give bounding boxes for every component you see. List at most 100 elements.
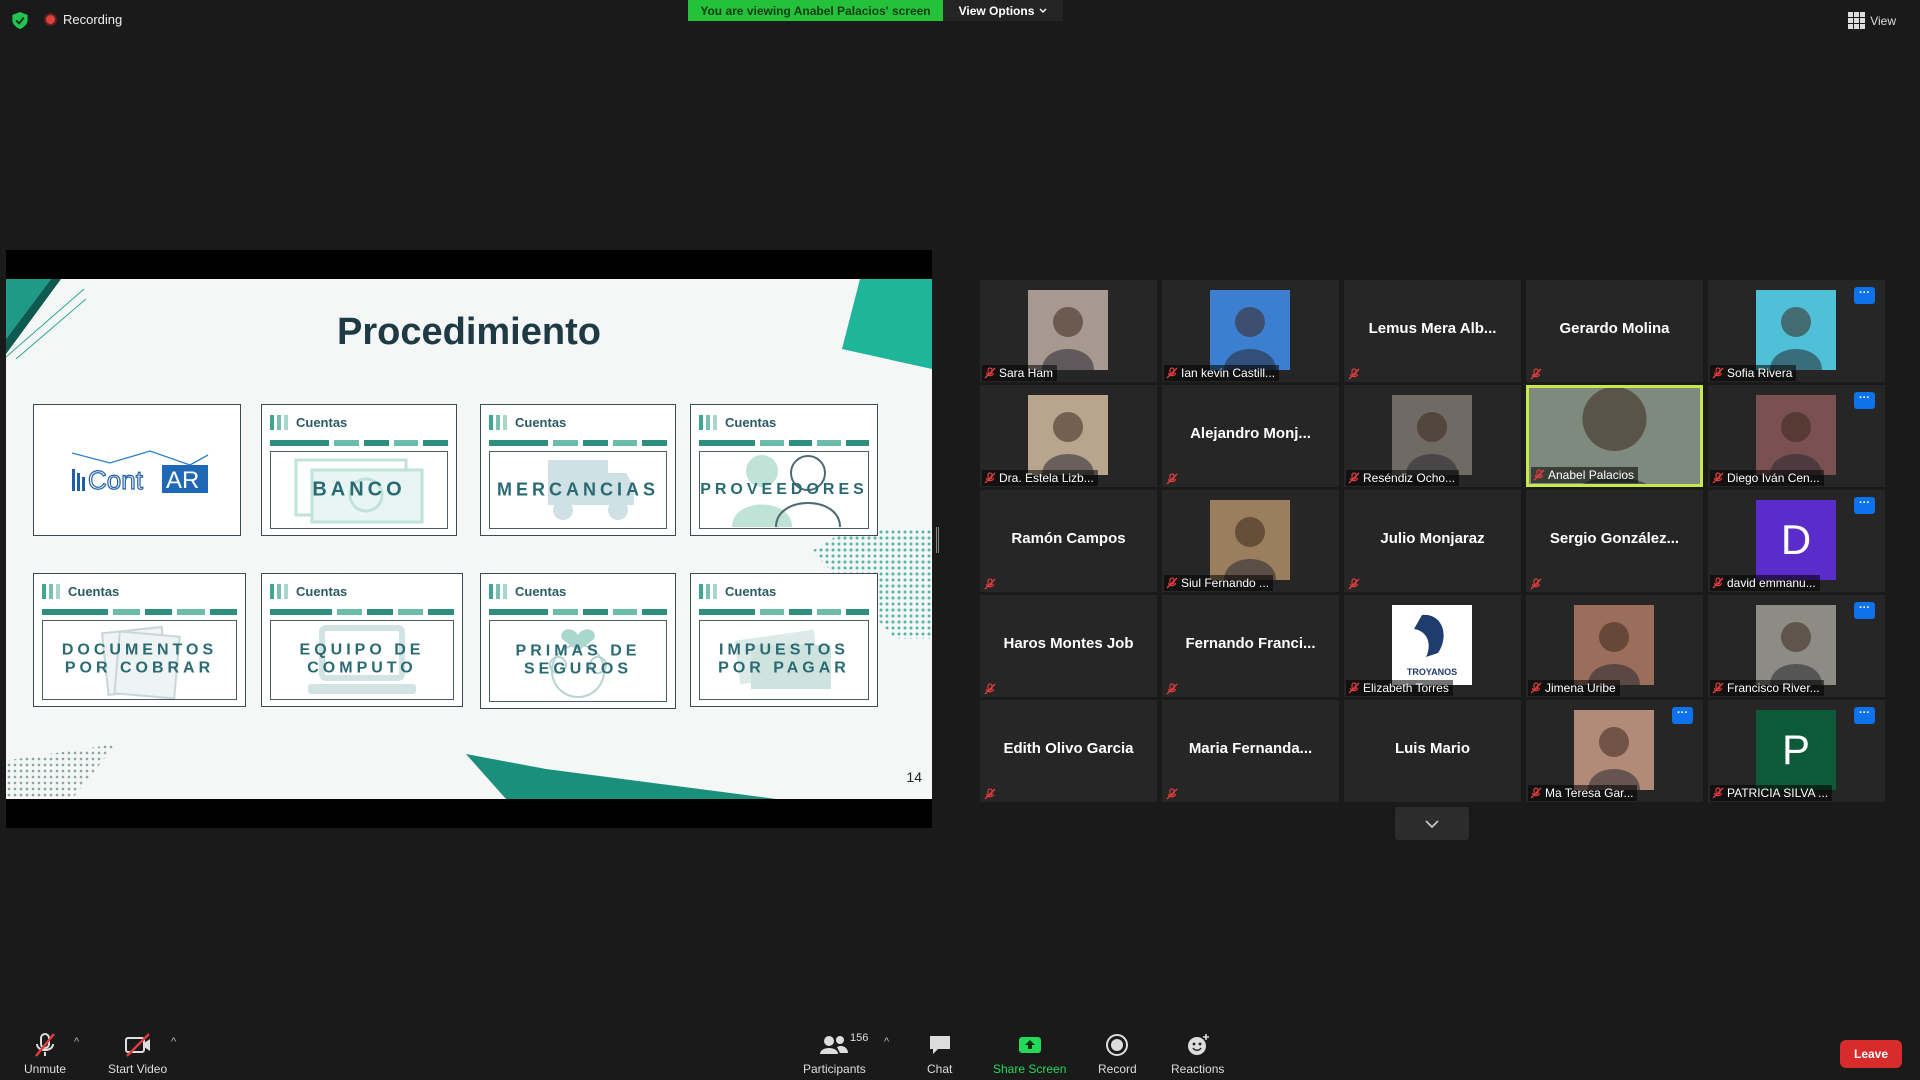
more-options-icon[interactable]: ···	[1854, 707, 1875, 724]
audio-options-caret-icon[interactable]: ^	[74, 1036, 79, 1048]
participant-label: Diego Iván Cen...	[1710, 470, 1824, 486]
svg-text:AR: AR	[166, 467, 199, 494]
muted-microphone-icon	[984, 788, 996, 800]
recording-indicator[interactable]: Recording	[44, 12, 122, 27]
participant-label	[982, 682, 1000, 696]
more-options-icon[interactable]: ···	[1672, 707, 1693, 724]
participant-name: Sergio González...	[1549, 530, 1680, 547]
shield-icon[interactable]	[12, 12, 28, 29]
participant-tile[interactable]: Jimena Uribe	[1526, 595, 1703, 697]
participant-label	[1164, 682, 1182, 696]
muted-microphone-icon	[1166, 577, 1178, 589]
participant-tile[interactable]: Ian kevin Castill...	[1162, 280, 1339, 382]
contar-logo-card: Cont AR	[33, 404, 241, 536]
card-header: Cuentas	[515, 415, 567, 430]
muted-microphone-icon	[1533, 469, 1545, 481]
view-layout-button[interactable]: View	[1848, 12, 1896, 29]
participant-name: Fernando Franci...	[1185, 635, 1316, 652]
more-options-icon[interactable]: ···	[1854, 392, 1875, 409]
participant-name: Lemus Mera Alb...	[1368, 320, 1497, 337]
participant-tile[interactable]: ··· Sofia Rivera	[1708, 280, 1885, 382]
participant-tile[interactable]: Lemus Mera Alb...	[1344, 280, 1521, 382]
participant-label-name: Siul Fernando ...	[1181, 576, 1270, 590]
cuentas-banco-card: Cuentas BANCO	[261, 404, 457, 536]
participant-tile[interactable]: Gerardo Molina	[1526, 280, 1703, 382]
reactions-button[interactable]: Reactions	[1171, 1032, 1224, 1076]
participant-tile[interactable]: Reséndiz Ocho...	[1344, 385, 1521, 487]
view-options-button[interactable]: View Options	[943, 0, 1063, 21]
participant-tile[interactable]: Luis Mario	[1344, 700, 1521, 802]
reactions-label: Reactions	[1171, 1062, 1225, 1076]
muted-microphone-icon	[984, 578, 996, 590]
participant-tile[interactable]: Sergio González...	[1526, 490, 1703, 592]
participant-label	[1164, 472, 1182, 486]
team-logo-text: TROYANOS	[1406, 667, 1458, 677]
video-options-caret-icon[interactable]: ^	[171, 1036, 176, 1048]
next-page-button[interactable]	[1395, 807, 1469, 840]
muted-microphone-icon	[984, 472, 996, 484]
participant-tile[interactable]: Edith Olivo Garcia	[980, 700, 1157, 802]
chat-label: Chat	[927, 1062, 953, 1076]
participant-tile[interactable]: ··· Diego Iván Cen...	[1708, 385, 1885, 487]
card-word-line1: IMPUESTOS	[719, 641, 849, 659]
view-label: View	[1870, 13, 1896, 28]
bars-icon	[270, 415, 288, 430]
participants-options-caret-icon[interactable]: ^	[884, 1036, 889, 1048]
participant-tile[interactable]: D ··· david emmanu...	[1708, 490, 1885, 592]
participant-tile[interactable]: ··· Ma Teresa Gar...	[1526, 700, 1703, 802]
card-word-line2: POR PAGAR	[718, 660, 850, 677]
chat-button[interactable]: Chat	[927, 1032, 952, 1076]
participant-name: Gerardo Molina	[1559, 320, 1670, 337]
participant-count: 156	[850, 1032, 869, 1044]
participant-tile[interactable]: Julio Monjaraz	[1344, 490, 1521, 592]
participant-label-name: Francisco River...	[1727, 681, 1820, 695]
unmute-button[interactable]: Unmute	[24, 1032, 66, 1076]
card-word: BANCO	[312, 478, 406, 501]
participant-label-name: Jimena Uribe	[1545, 681, 1616, 695]
more-options-icon[interactable]: ···	[1854, 602, 1875, 619]
participant-label-name: Ma Teresa Gar...	[1545, 786, 1634, 800]
more-options-icon[interactable]: ···	[1854, 287, 1875, 304]
splitter-handle[interactable]	[936, 527, 939, 553]
muted-microphone-icon	[1712, 472, 1724, 484]
muted-microphone-icon	[1166, 367, 1178, 379]
meeting-toolbar: Unmute ^ Start Video ^ Participants 156 …	[0, 1024, 1920, 1080]
share-screen-icon	[1018, 1037, 1041, 1053]
participant-tile[interactable]: Dra. Estela Lizb...	[980, 385, 1157, 487]
shared-screen[interactable]: Procedimiento Cont AR Cuentas BANCO Cuen…	[6, 250, 932, 828]
participant-tile[interactable]: Ramón Campos	[980, 490, 1157, 592]
participant-label: Sara Ham	[982, 365, 1058, 381]
participant-video	[1756, 395, 1836, 475]
more-options-icon[interactable]: ···	[1854, 497, 1875, 514]
muted-microphone-icon	[1712, 577, 1724, 589]
chevron-down-icon	[1039, 8, 1047, 13]
participant-label: Ian kevin Castill...	[1164, 365, 1280, 381]
chevron-down-icon	[1425, 819, 1439, 828]
participant-name: Luis Mario	[1394, 740, 1470, 757]
record-button[interactable]: Record	[1098, 1032, 1137, 1076]
view-options-label: View Options	[958, 3, 1035, 18]
participant-tile[interactable]: Fernando Franci...	[1162, 595, 1339, 697]
participant-tile[interactable]: Haros Montes Job	[980, 595, 1157, 697]
top-bar: Recording You are viewing Anabel Palacio…	[0, 0, 1920, 40]
leave-button[interactable]: Leave	[1840, 1040, 1902, 1068]
participant-tile[interactable]: Maria Fernanda...	[1162, 700, 1339, 802]
record-icon	[1106, 1034, 1129, 1056]
video-off-icon	[124, 1033, 150, 1057]
participant-tile[interactable]: ··· Francisco River...	[1708, 595, 1885, 697]
participant-tile[interactable]: TROYANOS Elizabeth Torres	[1344, 595, 1521, 697]
participant-label: Dra. Estela Lizb...	[982, 470, 1098, 486]
recording-dot-icon	[44, 13, 57, 26]
share-screen-button[interactable]: Share Screen	[993, 1032, 1066, 1076]
participant-tile[interactable]: Sara Ham	[980, 280, 1157, 382]
bars-icon	[699, 415, 717, 430]
card-word-line2: POR COBRAR	[64, 660, 215, 677]
start-video-button[interactable]: Start Video	[108, 1032, 167, 1076]
participant-tile[interactable]: P ··· PATRICIA SILVA ...	[1708, 700, 1885, 802]
participant-label	[982, 787, 1000, 801]
participant-tile[interactable]: Siul Fernando ...	[1162, 490, 1339, 592]
participant-tile[interactable]: Alejandro Monj...	[1162, 385, 1339, 487]
cuentas-proveedores-card: Cuentas PROVEEDORES	[690, 404, 878, 536]
record-label: Record	[1098, 1062, 1137, 1076]
participant-tile[interactable]: Anabel Palacios	[1526, 385, 1703, 487]
